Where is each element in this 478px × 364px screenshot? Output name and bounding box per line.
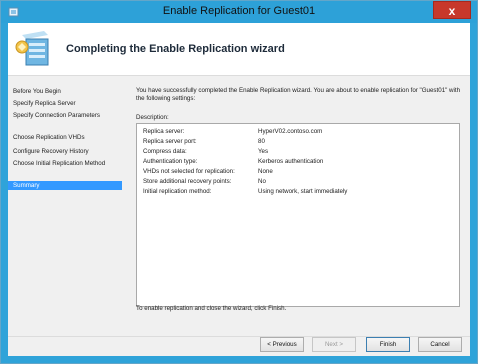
- page-title: Completing the Enable Replication wizard: [66, 43, 285, 55]
- setting-value: HyperV02.contoso.com: [258, 128, 323, 135]
- nav-item-before-you-begin[interactable]: Before You Begin: [8, 87, 122, 96]
- description-label: Description:: [136, 114, 169, 121]
- setting-value: Using network, start immediately: [258, 188, 348, 195]
- description-box[interactable]: Replica server: HyperV02.contoso.com Rep…: [136, 123, 460, 307]
- setting-value: 80: [258, 138, 265, 145]
- nav-item-specify-replica-server[interactable]: Specify Replica Server: [8, 99, 122, 108]
- finish-instruction: To enable replication and close the wiza…: [136, 305, 287, 312]
- nav-item-configure-recovery-history[interactable]: Configure Recovery History: [8, 147, 122, 156]
- cancel-button[interactable]: Cancel: [418, 337, 462, 352]
- setting-value: Kerberos authentication: [258, 158, 324, 165]
- next-button[interactable]: Next >: [312, 337, 356, 352]
- setting-key: Replica server port:: [143, 138, 197, 145]
- setting-key: Compress data:: [143, 148, 187, 155]
- setting-key: Store additional recovery points:: [143, 178, 232, 185]
- setting-key: Authentication type:: [143, 158, 198, 165]
- nav-item-summary[interactable]: Summary: [8, 181, 122, 190]
- setting-key: Initial replication method:: [143, 188, 212, 195]
- setting-value: No: [258, 178, 266, 185]
- wizard-header: Completing the Enable Replication wizard: [8, 23, 470, 76]
- close-button[interactable]: x: [433, 1, 471, 19]
- summary-panel: You have successfully completed the Enab…: [130, 81, 464, 328]
- replication-wizard-icon: [15, 31, 49, 66]
- setting-value: None: [258, 168, 273, 175]
- setting-key: Replica server:: [143, 128, 185, 135]
- title-bar[interactable]: Enable Replication for Guest01 x: [1, 1, 477, 23]
- previous-button[interactable]: < Previous: [260, 337, 304, 352]
- finish-button[interactable]: Finish: [366, 337, 410, 352]
- wizard-body: Completing the Enable Replication wizard…: [8, 23, 470, 356]
- setting-key: VHDs not selected for replication:: [143, 168, 235, 175]
- intro-text: You have successfully completed the Enab…: [136, 87, 461, 102]
- wizard-steps-nav: Before You Begin Specify Replica Server …: [8, 81, 122, 328]
- window-title: Enable Replication for Guest01: [162, 5, 316, 17]
- nav-item-connection-parameters[interactable]: Specify Connection Parameters: [8, 111, 108, 120]
- nav-item-initial-replication-method[interactable]: Choose Initial Replication Method: [8, 159, 108, 168]
- nav-item-choose-replication-vhds[interactable]: Choose Replication VHDs: [8, 133, 122, 142]
- setting-value: Yes: [258, 148, 269, 155]
- wizard-window: Enable Replication for Guest01 x Complet…: [0, 0, 478, 364]
